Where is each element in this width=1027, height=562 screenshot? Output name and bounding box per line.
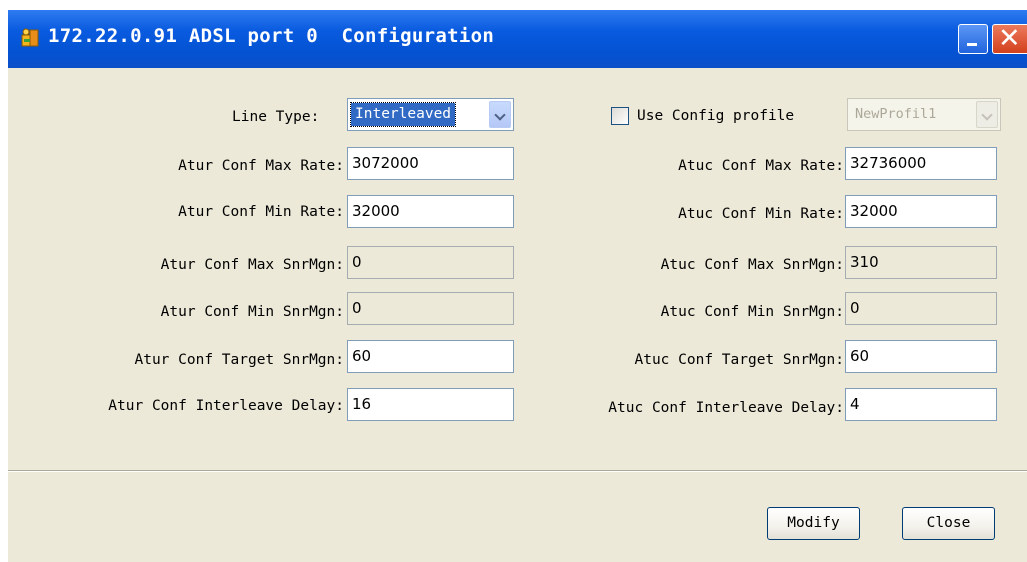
use-config-profile-checkbox[interactable] — [611, 107, 629, 125]
app-icon — [21, 28, 39, 47]
window-title: 172.22.0.91 ADSL port 0 Configuration — [48, 25, 495, 47]
atuc-min-rate-input[interactable]: 32000 — [845, 195, 997, 228]
atur-max-rate-label: Atur Conf Max Rate: — [178, 158, 344, 174]
close-icon: ✕ — [998, 23, 1021, 54]
profile-select[interactable]: NewProfil1 — [847, 98, 1001, 131]
separator — [8, 470, 1027, 472]
close-button[interactable]: Close — [902, 507, 995, 540]
atur-target-snrmgn-label: Atur Conf Target SnrMgn: — [134, 352, 344, 368]
atur-min-rate-input[interactable]: 32000 — [347, 195, 514, 228]
chevron-down-icon[interactable] — [489, 101, 511, 128]
minimize-button[interactable] — [958, 24, 988, 54]
chevron-down-icon[interactable] — [976, 101, 998, 128]
atuc-min-rate-label: Atuc Conf Min Rate: — [678, 206, 844, 222]
modify-button[interactable]: Modify — [767, 507, 860, 540]
atuc-max-snrmgn-input[interactable]: 310 — [845, 246, 997, 279]
title-bar[interactable]: 172.22.0.91 ADSL port 0 Configuration ✕ — [8, 10, 1027, 68]
atuc-interleave-delay-input[interactable]: 4 — [845, 388, 997, 421]
atuc-min-snrmgn-input[interactable]: 0 — [845, 292, 997, 325]
atuc-max-rate-label: Atuc Conf Max Rate: — [678, 158, 844, 174]
atur-target-snrmgn-input[interactable]: 60 — [347, 340, 514, 373]
close-window-button[interactable]: ✕ — [992, 23, 1027, 54]
atuc-interleave-delay-label: Atuc Conf Interleave Delay: — [608, 400, 844, 416]
atuc-min-snrmgn-label: Atuc Conf Min SnrMgn: — [660, 304, 844, 320]
atur-min-snrmgn-label: Atur Conf Min SnrMgn: — [160, 304, 344, 320]
atur-interleave-delay-label: Atur Conf Interleave Delay: — [108, 398, 344, 414]
atuc-max-snrmgn-label: Atuc Conf Max SnrMgn: — [660, 257, 844, 273]
atur-max-snrmgn-label: Atur Conf Max SnrMgn: — [160, 257, 344, 273]
config-dialog: 172.22.0.91 ADSL port 0 Configuration ✕ … — [8, 10, 1027, 562]
use-config-profile-label: Use Config profile — [637, 108, 795, 124]
atuc-max-rate-input[interactable]: 32736000 — [845, 147, 997, 180]
line-type-select[interactable]: Interleaved — [347, 98, 514, 131]
atur-max-rate-input[interactable]: 3072000 — [347, 147, 514, 180]
atur-max-snrmgn-input[interactable]: 0 — [347, 246, 514, 279]
line-type-label: Line Type: — [232, 109, 320, 125]
atur-interleave-delay-input[interactable]: 16 — [347, 388, 514, 421]
atuc-target-snrmgn-input[interactable]: 60 — [845, 340, 997, 373]
atuc-target-snrmgn-label: Atuc Conf Target SnrMgn: — [634, 352, 844, 368]
line-type-value: Interleaved — [349, 102, 457, 127]
atur-min-snrmgn-input[interactable]: 0 — [347, 292, 514, 325]
atur-min-rate-label: Atur Conf Min Rate: — [178, 204, 344, 220]
profile-value: NewProfil1 — [855, 106, 937, 122]
